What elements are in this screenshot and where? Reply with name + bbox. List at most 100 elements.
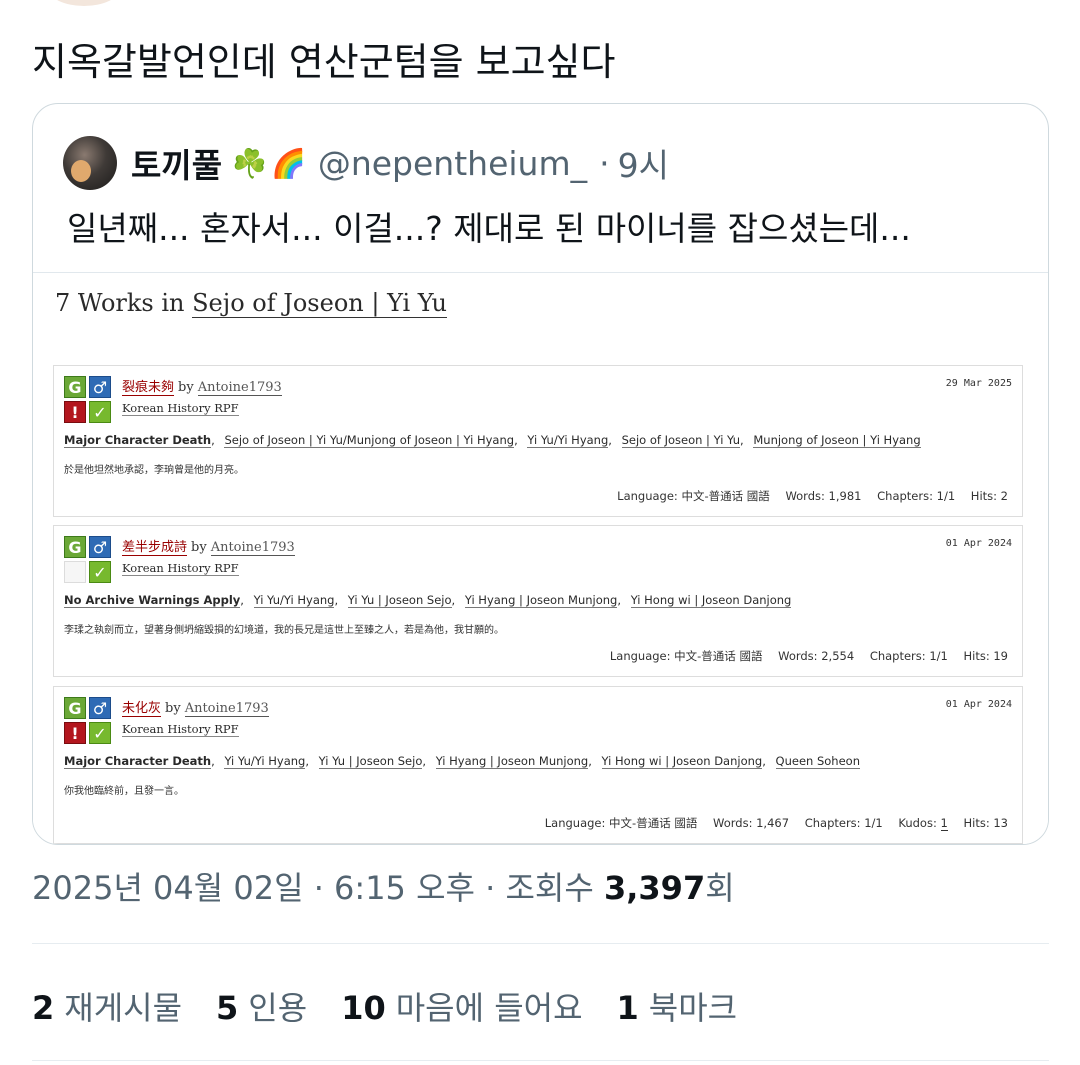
- stat-label: Hits:: [963, 649, 990, 663]
- work-date: 01 Apr 2024: [945, 538, 1012, 549]
- likes-link[interactable]: 10 마음에 들어요: [341, 983, 582, 1029]
- stat-hits: 13: [993, 816, 1008, 830]
- rainbow-emoji: 🌈: [270, 146, 306, 180]
- retweets-count: 2: [32, 989, 55, 1027]
- work-heading: 裂痕未夠 by Antoine1793: [122, 376, 282, 396]
- work-blurb: G ♂ ✓ 差半步成詩 by Antoine1793 Korean History …: [53, 525, 1023, 677]
- quoted-tweet[interactable]: 토끼풀 ☘️ 🌈 @nepentheium_ · 9시 일년째... 혼자서..…: [32, 103, 1049, 845]
- bookmarks-link[interactable]: 1 북마크: [617, 983, 738, 1029]
- stat-label: Kudos:: [898, 816, 937, 830]
- complete-check-icon: ✓: [89, 401, 111, 423]
- work-fandom: Korean History RPF: [122, 401, 239, 416]
- category-mm-icon: ♂: [89, 697, 111, 719]
- work-heading: 未化灰 by Antoine1793: [122, 697, 269, 717]
- no-warning-icon: [64, 561, 86, 583]
- stat-label: Chapters:: [877, 489, 933, 503]
- author-avatar[interactable]: [48, 0, 120, 6]
- work-tag: Munjong of Joseon | Yi Hyang: [753, 433, 921, 448]
- work-blurb: G ♂ ! ✓ 裂痕未夠 by Antoine1793 Korean History…: [53, 365, 1023, 517]
- stat-label: Words:: [778, 649, 818, 663]
- stat-hits: 19: [993, 649, 1008, 663]
- view-count-suffix: 회: [705, 869, 735, 907]
- stat-chapters: 1/1: [864, 816, 883, 830]
- work-tag: Yi Hyang | Joseon Munjong: [464, 593, 618, 608]
- tweet-timestamp[interactable]: 2025년 04월 02일 · 6:15 오후 · 조회수: [32, 869, 604, 907]
- work-author: Antoine1793: [184, 701, 269, 717]
- work-title: 未化灰: [122, 701, 162, 717]
- work-date: 01 Apr 2024: [945, 699, 1012, 710]
- category-mm-icon: ♂: [89, 376, 111, 398]
- warning-icon: !: [64, 401, 86, 423]
- required-tags: G ♂ ✓: [64, 536, 112, 584]
- shamrock-emoji: ☘️: [232, 146, 267, 180]
- rating-general-icon: G: [64, 697, 86, 719]
- rating-general-icon: G: [64, 376, 86, 398]
- complete-check-icon: ✓: [89, 561, 111, 583]
- work-title: 裂痕未夠: [122, 380, 175, 396]
- bookmarks-label: 북마크: [648, 989, 738, 1027]
- work-summary: 於是他坦然地承認，李珦曾是他的月亮。: [64, 465, 244, 476]
- stat-label: Hits:: [970, 489, 998, 503]
- work-tag: Yi Yu/Yi Hyang: [527, 433, 609, 448]
- stat-label: Hits:: [963, 816, 990, 830]
- work-tag: Yi Yu | Joseon Sejo: [318, 754, 423, 769]
- work-tag: Queen Soheon: [775, 754, 860, 769]
- work-blurb: G ♂ ! ✓ 未化灰 by Antoine1793 Korean History …: [53, 686, 1023, 844]
- complete-check-icon: ✓: [89, 722, 111, 744]
- works-heading-prefix: 7 Works in: [55, 289, 193, 317]
- required-tags: G ♂ ! ✓: [64, 697, 112, 745]
- required-tags: G ♂ ! ✓: [64, 376, 112, 424]
- attached-image[interactable]: 7 Works in Sejo of Joseon | Yi Yu G ♂ ! …: [33, 272, 1048, 844]
- divider: [32, 1060, 1049, 1061]
- quoted-tweet-text: 일년째... 혼자서... 이걸...? 제대로 된 마이너를 잡으셨는데...: [67, 209, 911, 248]
- work-tag: Yi Hong wi | Joseon Danjong: [630, 593, 792, 608]
- quoted-author-name[interactable]: 토끼풀: [131, 139, 222, 187]
- work-stats: Language: 中文-普通话 國語 Words: 2,554 Chapter…: [610, 648, 1008, 664]
- works-heading-tag: Sejo of Joseon | Yi Yu: [192, 289, 448, 318]
- work-stats: Language: 中文-普通话 國語 Words: 1,467 Chapter…: [545, 815, 1008, 831]
- stat-chapters: 1/1: [929, 649, 948, 663]
- work-date: 29 Mar 2025: [945, 378, 1012, 389]
- work-stats: Language: 中文-普通话 國語 Words: 1,981 Chapter…: [617, 488, 1008, 504]
- retweets-label: 재게시물: [64, 989, 183, 1027]
- quotes-link[interactable]: 5 인용: [216, 983, 307, 1029]
- stat-label: Words:: [785, 489, 825, 503]
- work-author: Antoine1793: [210, 540, 295, 556]
- stat-language: 中文-普通话 國語: [681, 489, 770, 503]
- work-tag: Major Character Death: [64, 433, 212, 448]
- work-summary: 你我他臨終前，且發一言。: [64, 786, 184, 797]
- quotes-count: 5: [216, 989, 239, 1027]
- work-tag: Sejo of Joseon | Yi Yu/Munjong of Joseon…: [224, 433, 515, 448]
- tweet-metadata: 2025년 04월 02일 · 6:15 오후 · 조회수 3,397회: [32, 866, 735, 910]
- divider: [32, 943, 1049, 944]
- quoted-author-avatar[interactable]: [63, 136, 117, 190]
- work-fandom: Korean History RPF: [122, 561, 239, 576]
- work-tag: Yi Yu | Joseon Sejo: [347, 593, 452, 608]
- work-by: by: [191, 540, 207, 555]
- work-tag: Yi Hyang | Joseon Munjong: [435, 754, 589, 769]
- work-tag: Sejo of Joseon | Yi Yu: [621, 433, 741, 448]
- quoted-tweet-time[interactable]: 9시: [618, 139, 669, 187]
- work-title: 差半步成詩: [122, 540, 188, 556]
- work-tags: No Archive Warnings Apply, Yi Yu/Yi Hyan…: [64, 593, 792, 608]
- retweets-link[interactable]: 2 재게시물: [32, 983, 182, 1029]
- stat-language: 中文-普通话 國語: [609, 816, 698, 830]
- stat-language: 中文-普通话 國語: [674, 649, 763, 663]
- work-tags: Major Character Death, Yi Yu/Yi Hyang, Y…: [64, 754, 860, 769]
- work-by: by: [165, 701, 181, 716]
- work-tags: Major Character Death, Sejo of Joseon | …: [64, 433, 921, 448]
- likes-label: 마음에 들어요: [395, 989, 583, 1027]
- likes-count: 10: [341, 989, 386, 1027]
- rating-general-icon: G: [64, 536, 86, 558]
- quoted-tweet-header: 토끼풀 ☘️ 🌈 @nepentheium_ · 9시: [63, 134, 669, 192]
- work-summary: 李瑈之執劍而立，望著身側坍縮毀損的幻境道，我的長兄是這世上至臻之人，若是為他，我…: [64, 625, 504, 636]
- stat-label: Words:: [713, 816, 753, 830]
- warning-icon: !: [64, 722, 86, 744]
- tweet-text: 지옥갈발언인데 연산군텀을 보고싶다: [32, 40, 616, 84]
- stat-label: Language:: [609, 649, 671, 663]
- quoted-author-handle[interactable]: @nepentheium_: [318, 144, 587, 183]
- work-author: Antoine1793: [197, 380, 282, 396]
- stat-label: Chapters:: [869, 649, 926, 663]
- work-tag: Yi Yu/Yi Hyang: [224, 754, 306, 769]
- quotes-label: 인용: [248, 989, 308, 1027]
